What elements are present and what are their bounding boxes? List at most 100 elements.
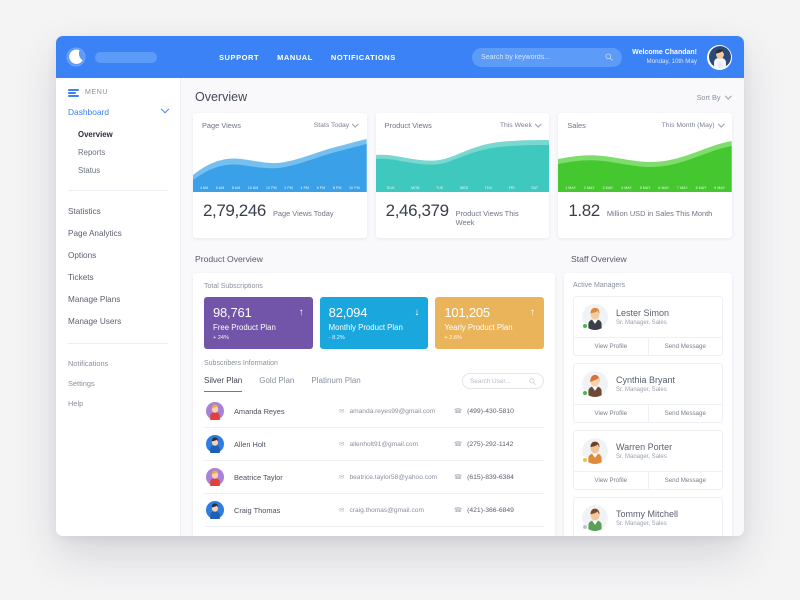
sort-by-dropdown[interactable]: Sort By — [697, 93, 730, 102]
manager-card: Lester Simon Sr. Manager, Sales View Pro… — [573, 296, 723, 356]
tab-silver-plan[interactable]: Silver Plan — [204, 376, 242, 392]
manager-name: Warren Porter — [616, 442, 672, 452]
dashboard-window: SUPPORT MANUAL NOTIFICATIONS Welcome Cha… — [56, 36, 744, 536]
chevron-down-icon — [718, 121, 724, 127]
subscribers-information-label: Subscribers Information — [204, 360, 544, 367]
send-message-button[interactable]: Send Message — [649, 338, 723, 355]
send-message-button[interactable]: Send Message — [649, 405, 723, 422]
status-badge — [582, 457, 588, 463]
manager-text: Cynthia Bryant Sr. Manager, Sales — [616, 375, 675, 393]
trend-up-icon: ↑ — [530, 308, 535, 318]
sidebar-item-tickets[interactable]: Tickets — [56, 267, 180, 289]
subscriber-email: allenholt91@gmail.com — [349, 441, 418, 448]
sidebar-item-settings[interactable]: Settings — [56, 374, 180, 394]
area-chart-sales: 1 MAY 2 MAY 3 MAY 4 MAY 5 MAY 6 MAY 7 MA… — [558, 135, 732, 192]
menu-toggle[interactable]: MENU — [56, 89, 180, 97]
user-search-box[interactable] — [462, 373, 544, 389]
table-row[interactable]: Allen Holt ✉ allenholt91@gmail.com ☎ (27… — [204, 428, 544, 461]
card-title: Product Views — [385, 121, 432, 130]
subscriber-phone-cell: ☎ (499)-430-5810 — [454, 407, 542, 415]
lower-section-headers: Product Overview Staff Overview — [193, 238, 732, 273]
send-message-button[interactable]: Send Message — [649, 472, 723, 489]
plan-card-free[interactable]: 98,761 ↑ Free Product Plan + 24% — [204, 297, 313, 349]
logo-wordmark-placeholder — [95, 52, 157, 63]
topnav-support[interactable]: SUPPORT — [219, 53, 259, 62]
view-profile-button[interactable]: View Profile — [574, 472, 649, 489]
staff-overview-title: Staff Overview — [571, 254, 627, 264]
tab-platinum-plan[interactable]: Platinum Plan — [311, 376, 360, 392]
sidebar-item-manage-plans[interactable]: Manage Plans — [56, 289, 180, 311]
sidebar-item-reports[interactable]: Reports — [78, 144, 180, 162]
table-row[interactable]: Beatrice Taylor ✉ beatrice.taylor58@yaho… — [204, 461, 544, 494]
sidebar-item-status[interactable]: Status — [78, 162, 180, 180]
global-search[interactable] — [472, 48, 622, 67]
plan-name: Yearly Product Plan — [444, 323, 535, 332]
topnav-notifications[interactable]: NOTIFICATIONS — [331, 53, 396, 62]
card-header: Product Views This Week — [376, 113, 550, 135]
plan-change: + 2.6% — [444, 335, 535, 341]
manager-text: Lester Simon Sr. Manager, Sales — [616, 308, 669, 326]
table-row[interactable]: Amanda Reyes ✉ amanda.reyes99@gmail.com … — [204, 395, 544, 428]
plan-card-yearly[interactable]: 101,205 ↑ Yearly Product Plan + 2.6% — [435, 297, 544, 349]
card-title: Page Views — [202, 121, 241, 130]
plan-top: 82,094 ↓ — [329, 305, 420, 320]
manager-role: Sr. Manager, Sales — [616, 320, 669, 326]
manager-role: Sr. Manager, Sales — [616, 387, 675, 393]
phone-icon: ☎ — [454, 473, 462, 481]
stat-card-page-views: Page Views Stats Today 4 AM — [193, 113, 367, 238]
sidebar-item-manage-users[interactable]: Manage Users — [56, 311, 180, 333]
plan-card-monthly[interactable]: 82,094 ↓ Monthly Product Plan - 8.2% — [320, 297, 429, 349]
sidebar-item-overview[interactable]: Overview — [78, 126, 180, 144]
page-header: Overview Sort By — [193, 78, 732, 113]
subscriber-email: beatrice.taylor58@yahoo.com — [349, 474, 437, 481]
range-selector[interactable]: This Month (May) — [662, 122, 723, 129]
sidebar-item-help[interactable]: Help — [56, 394, 180, 414]
subscriber-name: Amanda Reyes — [234, 407, 329, 416]
manager-role: Sr. Manager, Sales — [616, 454, 672, 460]
view-profile-button[interactable]: View Profile — [574, 405, 649, 422]
user-search-input[interactable] — [470, 378, 525, 385]
chevron-down-icon — [352, 121, 358, 127]
topnav-manual[interactable]: MANUAL — [277, 53, 313, 62]
sidebar-item-statistics[interactable]: Statistics — [56, 201, 180, 223]
envelope-icon: ✉ — [339, 473, 344, 481]
main-content: Overview Sort By Page Views Stats Today — [181, 78, 744, 536]
logo[interactable] — [66, 47, 157, 67]
subscriber-phone-cell: ☎ (275)-292-1142 — [454, 440, 542, 448]
user-avatar[interactable] — [707, 45, 732, 70]
card-footer: 1.82 Million USD in Sales This Month — [558, 192, 732, 232]
manager-role: Sr. Manager, Sales — [616, 521, 678, 527]
subscriber-phone: (615)-839-6384 — [467, 474, 514, 481]
welcome-greeting: Welcome Chandan! — [632, 49, 697, 58]
search-input[interactable] — [481, 54, 605, 61]
sidebar-item-notifications[interactable]: Notifications — [56, 354, 180, 374]
sidebar-item-dashboard[interactable]: Dashboard — [68, 107, 180, 117]
tab-gold-plan[interactable]: Gold Plan — [259, 376, 294, 392]
chevron-down-icon — [725, 92, 731, 98]
subscriber-name: Craig Thomas — [234, 506, 329, 515]
manager-card: Warren Porter Sr. Manager, Sales View Pr… — [573, 430, 723, 490]
subscriber-email-cell: ✉ allenholt91@gmail.com — [339, 440, 444, 448]
stat-value: 1.82 — [568, 201, 600, 221]
table-row[interactable]: Craig Thomas ✉ craig.thomas@gmail.com ☎ … — [204, 494, 544, 527]
plan-top: 98,761 ↑ — [213, 305, 304, 320]
range-label: This Month (May) — [662, 122, 715, 129]
subscribers-table: Amanda Reyes ✉ amanda.reyes99@gmail.com … — [204, 395, 544, 527]
product-overview-panel: Total Subscriptions 98,761 ↑ Free Produc… — [193, 273, 555, 536]
plan-tabs-row: Silver Plan Gold Plan Platinum Plan — [204, 373, 544, 394]
trend-down-icon: ↓ — [414, 308, 419, 318]
plan-card-row: 98,761 ↑ Free Product Plan + 24% 82,094 … — [204, 297, 544, 349]
range-selector[interactable]: This Week — [500, 122, 540, 129]
sidebar-item-options[interactable]: Options — [56, 245, 180, 267]
range-selector[interactable]: Stats Today — [314, 122, 358, 129]
card-footer: 2,46,379 Product Views This Week — [376, 192, 550, 238]
trend-up-icon: ↑ — [299, 308, 304, 318]
status-badge — [582, 390, 588, 396]
envelope-icon: ✉ — [339, 440, 344, 448]
manager-text: Tommy Mitchell Sr. Manager, Sales — [616, 509, 678, 527]
sidebar-item-page-analytics[interactable]: Page Analytics — [56, 223, 180, 245]
stat-card-product-views: Product Views This Week SUN — [376, 113, 550, 238]
manager-name: Lester Simon — [616, 308, 669, 318]
view-profile-button[interactable]: View Profile — [574, 338, 649, 355]
card-footer: 2,79,246 Page Views Today — [193, 192, 367, 232]
